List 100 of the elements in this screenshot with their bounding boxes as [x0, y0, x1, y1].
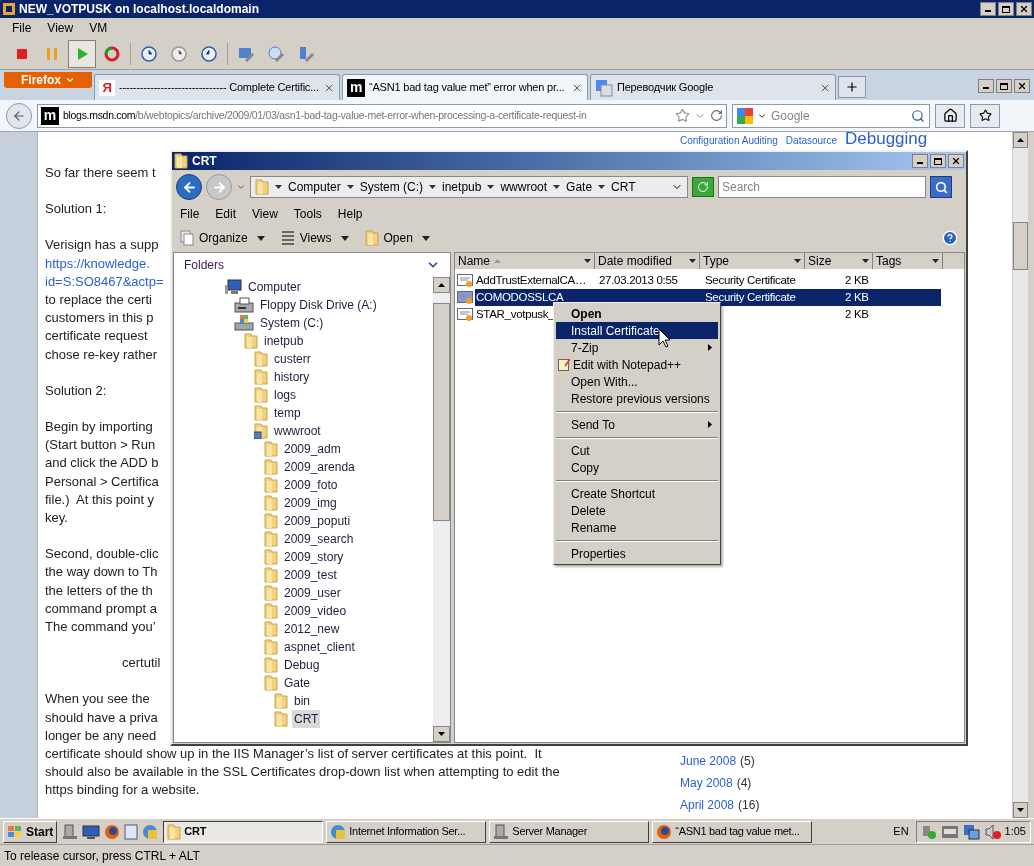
tree-item[interactable]: 2009_img [282, 494, 339, 512]
network-icon[interactable] [962, 823, 981, 840]
bookmarks-button[interactable] [970, 103, 1000, 128]
breadcrumb-item[interactable]: inetpub [442, 178, 482, 196]
maximize-button[interactable] [930, 154, 946, 168]
back-button[interactable] [176, 174, 202, 200]
archive-link[interactable]: April 2008 [680, 796, 735, 814]
file-name[interactable]: COMODOSSLCA [475, 289, 595, 306]
tree-item[interactable]: Floppy Disk Drive (A:) [258, 296, 379, 314]
tree-item[interactable]: inetpub [262, 332, 306, 350]
menu-item[interactable]: View [252, 205, 278, 223]
tree-item[interactable]: 2012_new [282, 620, 342, 638]
taskbar-button[interactable]: Internet Information Ser... [326, 820, 487, 843]
breadcrumb-item[interactable]: Computer [288, 178, 341, 196]
menu-item[interactable]: Copy [556, 459, 718, 476]
scroll-thumb[interactable] [433, 303, 450, 521]
minimize-button[interactable] [980, 2, 996, 16]
close-button[interactable] [1016, 2, 1032, 16]
tree-item[interactable]: custerr [272, 350, 313, 368]
tree-item[interactable]: Gate [282, 674, 312, 692]
restore-button[interactable] [996, 79, 1012, 93]
search-field[interactable]: Search [718, 176, 926, 198]
tree-item[interactable]: 2009_foto [282, 476, 340, 494]
article-link[interactable]: https://knowledge. [45, 255, 150, 271]
monitor-icon[interactable] [82, 823, 101, 840]
menu-item[interactable]: Send To [556, 416, 718, 433]
language-indicator[interactable]: EN [893, 823, 909, 840]
close-button[interactable] [1014, 79, 1030, 93]
dropdown-icon[interactable] [862, 259, 869, 263]
tree-item[interactable]: CRT [292, 710, 321, 728]
menu-item[interactable]: 7-Zip [556, 339, 718, 356]
tree-item[interactable]: Computer [246, 278, 303, 296]
menu-item[interactable]: Open [556, 305, 718, 322]
browser-tab[interactable]: Переводчик Google [590, 74, 836, 100]
column-header[interactable]: Tags [873, 253, 943, 269]
menu-item[interactable]: Restore previous versions [556, 390, 718, 407]
tag-link[interactable]: Datasource [785, 135, 837, 147]
help-icon[interactable] [942, 230, 958, 246]
star-icon[interactable] [675, 108, 690, 123]
search-field[interactable]: Google [732, 103, 930, 128]
scroll-up-button[interactable] [1013, 132, 1028, 148]
menu-item[interactable]: View [47, 19, 74, 37]
search-icon[interactable] [911, 108, 925, 123]
dropdown-icon[interactable] [689, 259, 696, 263]
taskbar-button[interactable]: CRT [163, 820, 324, 843]
browser-tab[interactable]: m “ASN1 bad tag value met” error when pr... [342, 74, 588, 100]
home-button[interactable] [935, 103, 965, 128]
tree-item[interactable]: 2009_video [282, 602, 349, 620]
muted-speaker-icon[interactable] [984, 823, 1001, 840]
tree-item[interactable]: wwwroot [272, 422, 323, 440]
close-button[interactable] [948, 154, 964, 168]
scroll-up-button[interactable] [433, 277, 450, 293]
tree-item[interactable]: Debug [282, 656, 322, 674]
menu-item[interactable]: Tools [293, 205, 322, 223]
browser-tab[interactable]: Я ------------------------------- Complete Certific... [94, 74, 340, 100]
tag-link[interactable]: Configuration Auditing [680, 135, 778, 147]
menu-item[interactable]: Delete [556, 502, 718, 519]
breadcrumb-item[interactable]: System (C:) [359, 178, 424, 196]
scroll-down-button[interactable] [433, 726, 450, 742]
minimize-button[interactable] [978, 79, 994, 93]
archive-link[interactable]: May 2008 [680, 774, 733, 792]
menu-item[interactable]: File [12, 19, 32, 37]
new-tab-button[interactable] [838, 76, 866, 98]
address-field[interactable]: Computer System (C:) inetpub wwwroot Gate CRT [250, 176, 688, 198]
tree-item[interactable]: 2009_story [282, 548, 346, 566]
refresh-button[interactable] [692, 177, 714, 197]
tree-item[interactable]: aspnet_client [282, 638, 357, 656]
scroll-down-button[interactable] [1013, 802, 1028, 818]
tree-item[interactable]: history [272, 368, 312, 386]
menu-item[interactable]: Edit [215, 205, 237, 223]
menu-item[interactable]: Help [337, 205, 363, 223]
play-icon[interactable] [68, 39, 96, 68]
menu-item[interactable]: Install Certificate [556, 322, 718, 339]
dropdown-icon[interactable] [932, 259, 939, 263]
tree-item[interactable]: 2009_arenda [282, 458, 357, 476]
breadcrumb-item[interactable]: Gate [566, 178, 593, 196]
toolbar-button[interactable]: Organize [180, 229, 265, 247]
tree-item[interactable]: logs [272, 386, 298, 404]
breadcrumb-item[interactable]: CRT [611, 178, 636, 196]
column-header[interactable]: Date modified [595, 253, 700, 269]
column-header[interactable]: Name [455, 253, 595, 269]
tag-link[interactable]: Debugging [845, 132, 928, 147]
tree-item[interactable]: 2009_test [282, 566, 339, 584]
server-icon[interactable] [62, 823, 79, 840]
toolbar-button[interactable]: Open [364, 229, 430, 247]
dropdown-icon[interactable] [584, 259, 591, 263]
start-button[interactable]: Start [3, 820, 58, 843]
article-link[interactable]: id=S:SO8467&actp= [45, 273, 164, 289]
firefox-icon[interactable] [104, 823, 121, 840]
taskbar-button[interactable]: “ASN1 bad tag value met... [652, 820, 813, 843]
minimize-button[interactable] [912, 154, 928, 168]
menu-item[interactable]: Open With... [556, 373, 718, 390]
tree-item[interactable]: System (C:) [258, 314, 326, 332]
menu-item[interactable]: Properties [556, 545, 718, 562]
reload-icon[interactable] [710, 109, 723, 122]
column-header[interactable]: Size [805, 253, 873, 269]
search-input[interactable]: Google [771, 106, 907, 125]
tree-item[interactable]: 2009_search [282, 530, 356, 548]
menu-item[interactable]: Rename [556, 519, 718, 536]
address-field[interactable]: m blogs.msdn.com/b/webtopics/archive/2009/01/03/asn1-bad-tag-value-met-error-when-processing-a-certificate-request-in [37, 103, 727, 128]
